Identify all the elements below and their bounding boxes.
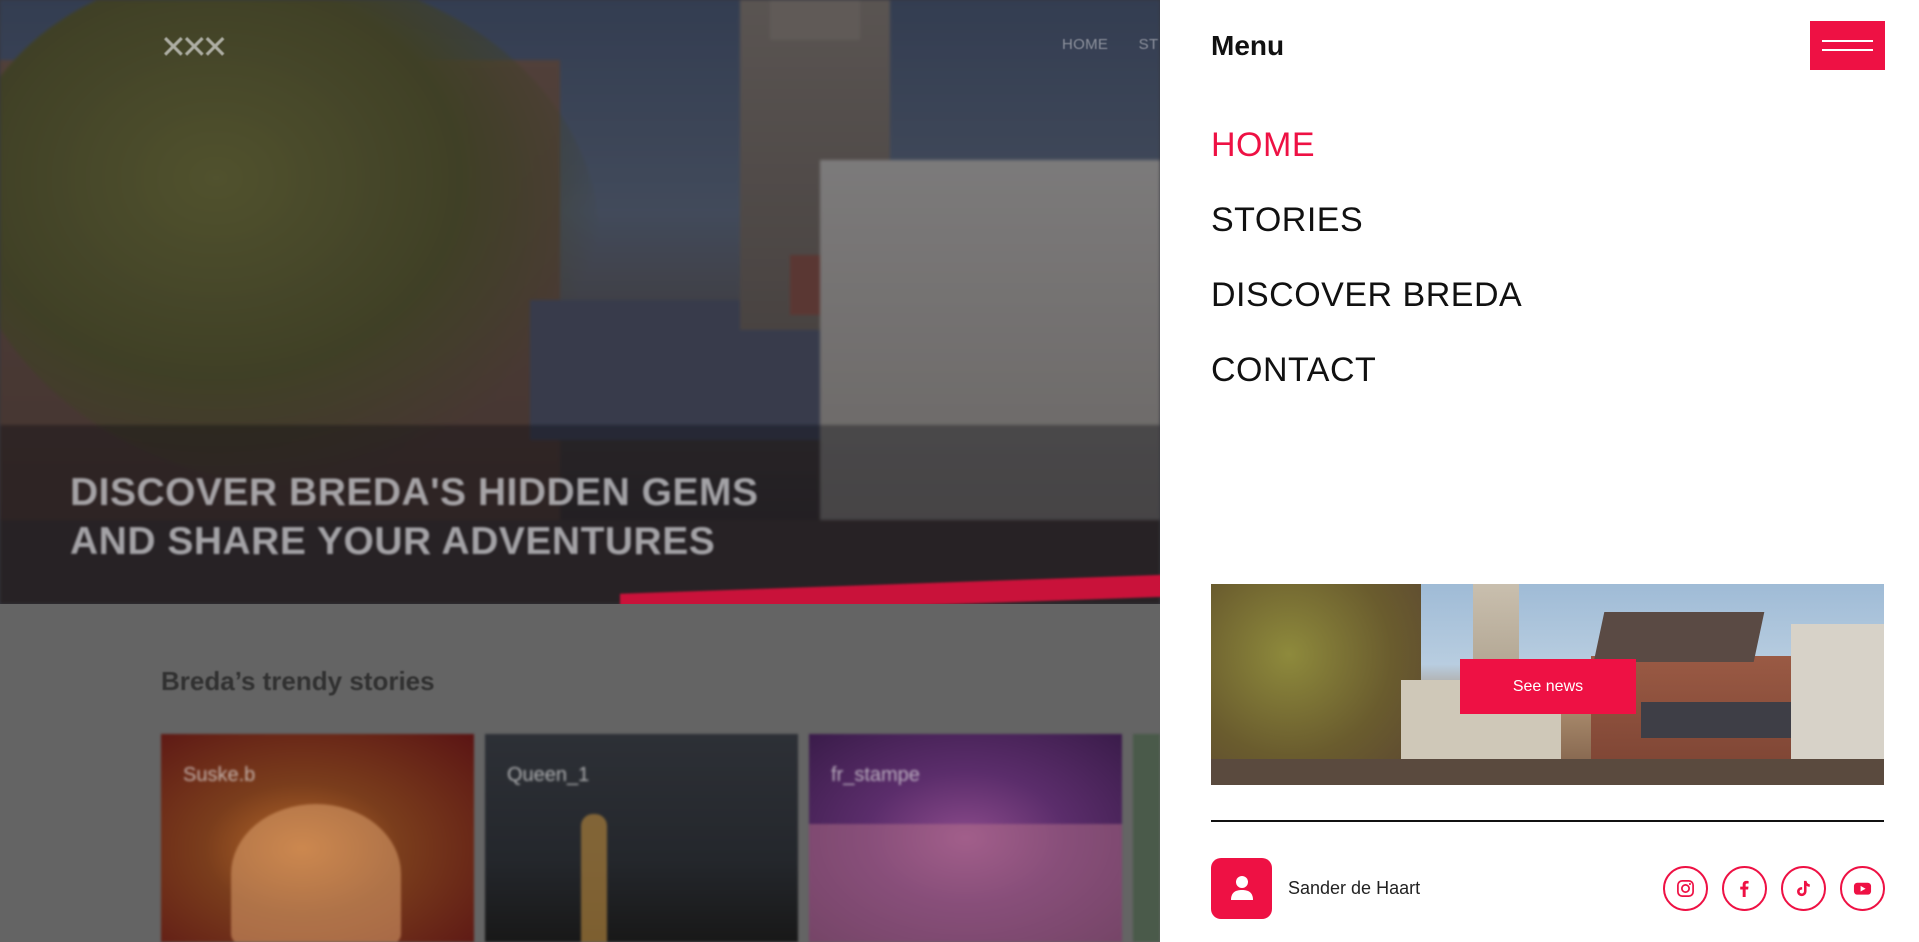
stories-heading: Breda’s trendy stories: [161, 666, 435, 696]
menu-item-discover-breda[interactable]: DISCOVER BREDA: [1211, 274, 1522, 349]
story-card-label: Queen_1: [507, 764, 590, 786]
menu-panel: Menu HOME STORIES DISCOVER BREDA CONTACT…: [1160, 0, 1919, 942]
youtube-icon: [1853, 882, 1872, 895]
instagram-link[interactable]: [1663, 866, 1708, 911]
story-card: Queen_1: [485, 734, 798, 942]
news-promo-image: See news: [1211, 584, 1884, 785]
background-nav-home: HOME: [1062, 36, 1109, 53]
hero-title: DISCOVER BREDA'S HIDDEN GEMS AND SHARE Y…: [70, 468, 970, 566]
menu-item-stories[interactable]: STORIES: [1211, 199, 1522, 274]
hero-title-line-2: AND SHARE YOUR ADVENTURES: [70, 520, 716, 563]
hero-title-line-1: DISCOVER BREDA'S HIDDEN GEMS: [70, 471, 759, 514]
user-name[interactable]: Sander de Haart: [1288, 878, 1420, 899]
user-icon: [1231, 876, 1253, 900]
story-card: Suske.b: [161, 734, 474, 942]
tiktok-link[interactable]: [1781, 866, 1826, 911]
background-nav-stories: ST: [1138, 36, 1159, 53]
menu-toggle-button[interactable]: [1810, 21, 1885, 70]
menu-title: Menu: [1211, 30, 1285, 61]
facebook-link[interactable]: [1722, 866, 1767, 911]
tiktok-icon: [1797, 880, 1810, 897]
instagram-icon: [1677, 880, 1694, 897]
youtube-link[interactable]: [1840, 866, 1885, 911]
user-avatar[interactable]: [1211, 858, 1272, 919]
menu-item-home[interactable]: HOME: [1211, 124, 1522, 199]
story-card-label: fr_stampe: [831, 764, 920, 786]
hamburger-icon: [1822, 40, 1873, 42]
menu-item-contact[interactable]: CONTACT: [1211, 349, 1522, 424]
story-card: [1133, 734, 1160, 942]
menu-nav: HOME STORIES DISCOVER BREDA CONTACT: [1211, 124, 1522, 424]
story-card: fr_stampe: [809, 734, 1122, 942]
menu-divider: [1211, 820, 1884, 822]
site-logo: ✕✕✕: [160, 28, 228, 66]
story-card-label: Suske.b: [183, 764, 256, 786]
facebook-icon: [1740, 880, 1749, 898]
see-news-button[interactable]: See news: [1460, 659, 1636, 714]
